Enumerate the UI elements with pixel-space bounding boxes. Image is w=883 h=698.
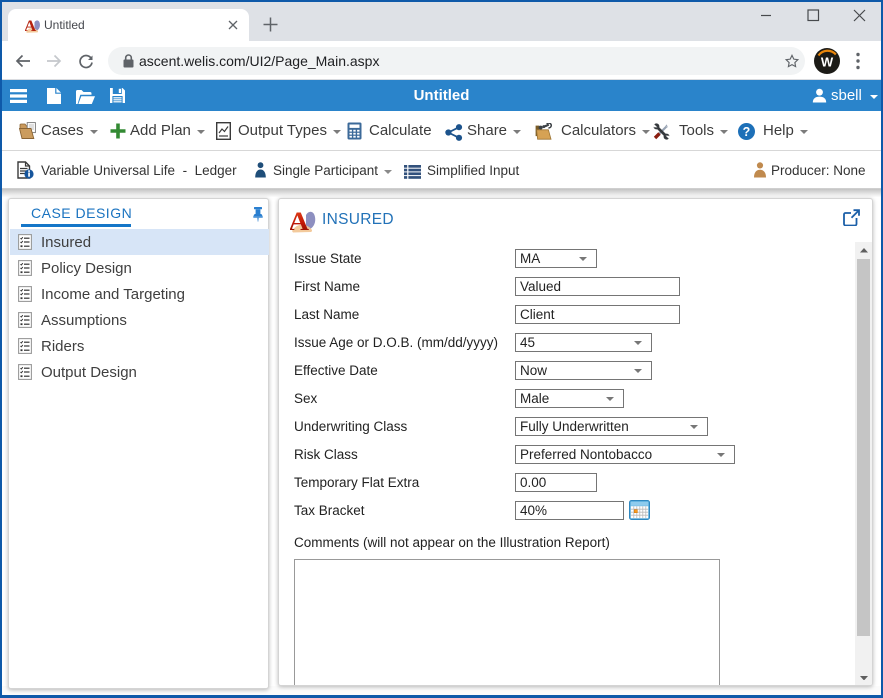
svg-text:A: A xyxy=(25,18,37,33)
svg-text:W: W xyxy=(821,55,834,70)
svg-text:A: A xyxy=(290,207,309,233)
svg-text:?: ? xyxy=(743,125,751,139)
